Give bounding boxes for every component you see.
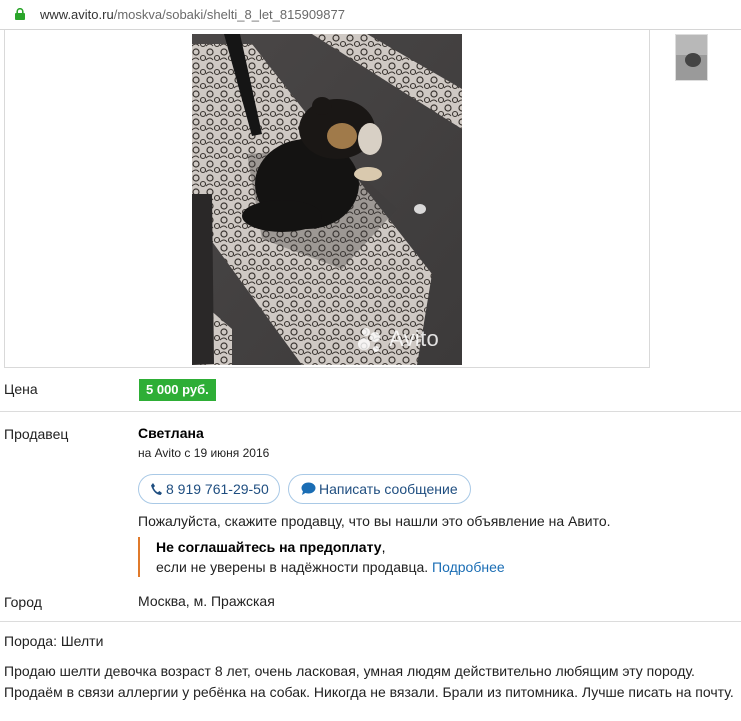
write-message-label: Написать сообщение — [319, 481, 458, 497]
phone-icon — [151, 483, 162, 495]
warning-title: Не соглашайтесь на предоплату, — [156, 539, 385, 555]
city-value: Москва, м. Пражская — [138, 593, 275, 609]
seller-name[interactable]: Светлана — [138, 425, 204, 441]
description-text: Продаю шелти девочка возраст 8 лет, очен… — [4, 663, 734, 700]
lock-icon — [15, 8, 25, 20]
city-label: Город — [4, 594, 42, 610]
gallery-thumbnail[interactable] — [675, 34, 708, 81]
write-message-button[interactable]: Написать сообщение — [288, 474, 471, 504]
warning-comma: , — [381, 539, 386, 555]
breed-text: Порода: Шелти — [4, 633, 104, 649]
warning-title-text: Не соглашайтесь на предоплату — [156, 539, 382, 555]
price-label: Цена — [4, 381, 38, 397]
watermark-text: Avito — [389, 326, 440, 351]
main-photo[interactable] — [192, 34, 462, 365]
seller-since: на Avito с 19 июня 2016 — [138, 446, 270, 460]
warning-text: если не уверены в надёжности продавца. П… — [156, 559, 505, 575]
url-path: /moskva/sobaki/shelti_8_let_815909877 — [113, 7, 345, 22]
url-host: www.avito.ru — [40, 7, 114, 22]
divider — [0, 621, 741, 622]
divider — [0, 411, 741, 412]
warning-body: если не уверены в надёжности продавца. — [156, 559, 429, 575]
address-bar[interactable]: www.avito.ru/moskva/sobaki/shelti_8_let_… — [0, 0, 741, 30]
more-info-link[interactable]: Подробнее — [432, 559, 505, 575]
show-phone-button[interactable]: 8 919 761-29-50 — [138, 474, 280, 504]
message-bubble-icon — [301, 482, 316, 495]
prepayment-warning: Не соглашайтесь на предоплату, если не у… — [138, 537, 558, 577]
seller-hint: Пожалуйста, скажите продавцу, что вы наш… — [138, 513, 611, 529]
seller-label: Продавец — [4, 426, 69, 442]
phone-number: 8 919 761-29-50 — [166, 481, 269, 497]
url-text[interactable]: www.avito.ru/moskva/sobaki/shelti_8_let_… — [40, 7, 345, 22]
price-badge: 5 000 руб. — [139, 379, 216, 401]
